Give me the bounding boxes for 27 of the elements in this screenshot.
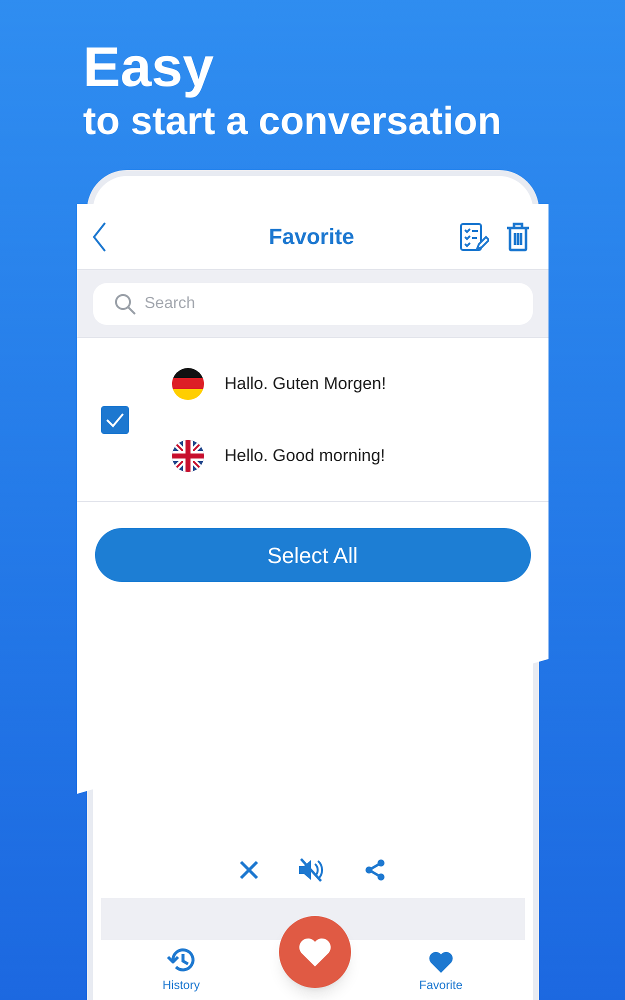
search-icon: [112, 292, 136, 316]
headline-subtitle: to start a conversation: [83, 99, 502, 145]
phrase-text: Hallo. Guten Morgen!: [224, 372, 386, 395]
germany-flag-icon: [170, 366, 204, 400]
history-icon: [165, 946, 198, 974]
trash-icon: [504, 222, 530, 252]
edit-list-button[interactable]: [458, 222, 488, 252]
nav-tab[interactable]: Favorite: [419, 950, 462, 994]
headline-title: Easy: [83, 36, 215, 98]
check-icon: [104, 412, 124, 428]
heart-icon: [428, 950, 454, 974]
checkbox[interactable]: [100, 406, 128, 434]
screen-title: Favorite: [268, 223, 356, 251]
heart-icon: [296, 936, 332, 968]
speaker-muted-icon: [296, 857, 324, 883]
phrase-text: Hello. Good morning!: [224, 444, 386, 467]
nav-tab[interactable]: History: [162, 946, 200, 994]
checklist-edit-icon: [458, 222, 488, 252]
mute-button[interactable]: [296, 857, 324, 883]
delete-button[interactable]: [504, 222, 530, 252]
close-button[interactable]: [238, 860, 258, 880]
back-icon: [90, 220, 106, 252]
close-icon: [238, 860, 258, 880]
share-button[interactable]: [362, 858, 386, 882]
select-all-button[interactable]: Select All: [94, 528, 530, 582]
share-icon: [362, 858, 386, 882]
search-field[interactable]: Search: [92, 282, 532, 324]
